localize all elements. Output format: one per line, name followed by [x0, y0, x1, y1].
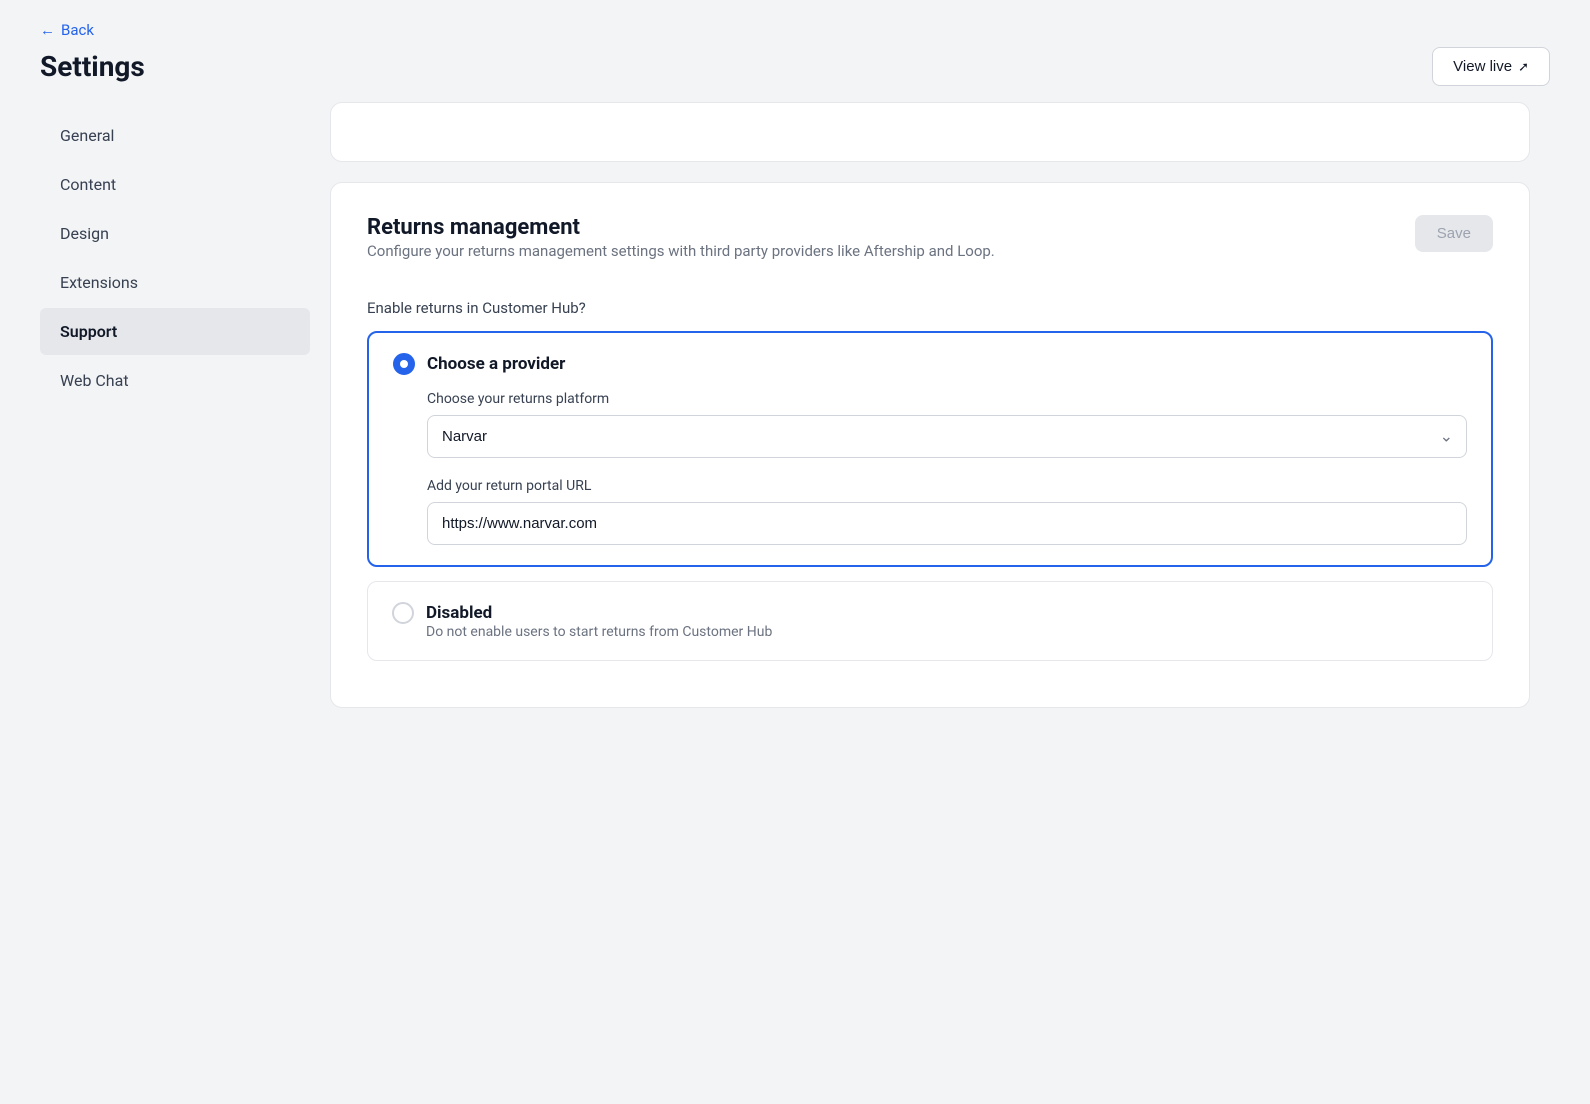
provider-radio[interactable] [393, 353, 415, 375]
sidebar-item-web-chat[interactable]: Web Chat [40, 357, 310, 404]
url-label: Add your return portal URL [427, 478, 1467, 494]
disabled-title: Disabled [426, 603, 492, 623]
card-title-area: Returns management Configure your return… [367, 215, 995, 287]
content-area: Returns management Configure your return… [310, 102, 1550, 1084]
provider-title: Choose a provider [427, 354, 565, 374]
back-link[interactable]: ← Back [40, 21, 94, 39]
provider-option-body: Choose your returns platform Narvar Afte… [393, 391, 1467, 545]
sidebar-item-content[interactable]: Content [40, 161, 310, 208]
sidebar-item-general[interactable]: General [40, 112, 310, 159]
disabled-description: Do not enable users to start returns fro… [426, 624, 1468, 640]
sidebar: General Content Design Extensions Suppor… [40, 102, 310, 1084]
back-arrow-icon: ← [40, 21, 55, 39]
disabled-radio[interactable] [392, 602, 414, 624]
card-title: Returns management [367, 215, 995, 240]
platform-select[interactable]: Narvar Aftership Loop Custom [427, 415, 1467, 458]
sidebar-item-design[interactable]: Design [40, 210, 310, 257]
disabled-option-card[interactable]: Disabled Do not enable users to start re… [367, 581, 1493, 661]
provider-option-card[interactable]: Choose a provider Choose your returns pl… [367, 331, 1493, 567]
view-live-button[interactable]: View live ➚ [1432, 47, 1550, 86]
save-button[interactable]: Save [1415, 215, 1493, 252]
card-description: Configure your returns management settin… [367, 240, 995, 263]
enable-question: Enable returns in Customer Hub? [367, 299, 1493, 317]
returns-management-card: Returns management Configure your return… [330, 182, 1530, 708]
platform-select-wrapper: Narvar Aftership Loop Custom ⌄ [427, 415, 1467, 458]
page-title: Settings [40, 50, 145, 83]
external-link-icon: ➚ [1518, 59, 1529, 75]
partial-top-card [330, 102, 1530, 162]
back-label: Back [61, 21, 94, 39]
sidebar-item-support[interactable]: Support [40, 308, 310, 355]
view-live-label: View live [1453, 58, 1512, 75]
platform-label: Choose your returns platform [427, 391, 1467, 407]
sidebar-item-extensions[interactable]: Extensions [40, 259, 310, 306]
url-input[interactable] [427, 502, 1467, 545]
